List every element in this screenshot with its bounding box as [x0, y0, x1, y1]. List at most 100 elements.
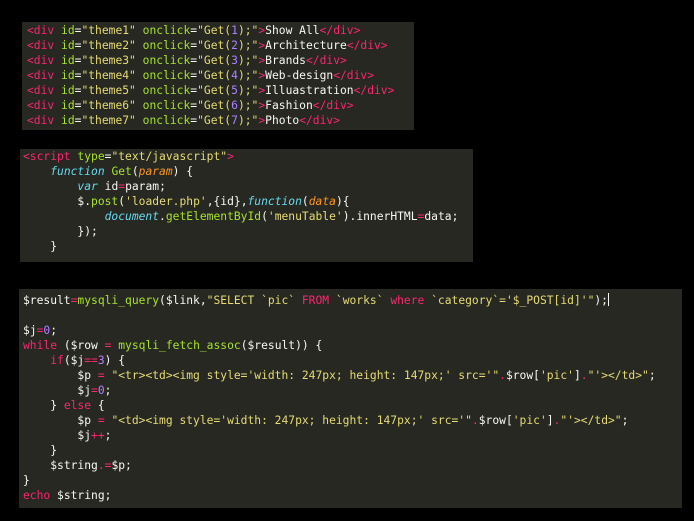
php-line-2: [23, 308, 682, 323]
token: ;: [104, 429, 112, 442]
php-line-7: $j=0;: [23, 383, 682, 398]
token: ": [197, 54, 204, 67]
token: $j: [77, 429, 92, 442]
token: "theme5": [81, 84, 136, 97]
token: 6: [231, 99, 238, 112]
php-line-3: $j=0;: [23, 323, 682, 338]
token: FROM: [301, 294, 330, 307]
token: "'></td>": [560, 414, 622, 427]
token: Get(: [203, 84, 232, 97]
token: mysqli_query: [77, 294, 160, 307]
text-cursor[interactable]: [607, 293, 609, 306]
js-line-3: var id=param;: [23, 179, 473, 194]
token: <script: [23, 150, 78, 163]
token: <div: [27, 84, 62, 97]
token: <div: [27, 69, 62, 82]
html-line-6: <div id="theme6" onclick="Get(6);">Fashi…: [27, 98, 414, 113]
php-line-11: }: [23, 443, 682, 458]
token: }: [50, 444, 58, 457]
php-line-12: $string.=$p;: [23, 458, 682, 473]
token: );: [594, 294, 608, 307]
php-line-5: if($j==3) {: [23, 353, 682, 368]
token: ,{id},: [206, 195, 248, 208]
token: }: [50, 240, 58, 253]
token: ;: [621, 414, 629, 427]
token: 1: [231, 24, 238, 37]
token: Web-design: [265, 69, 334, 82]
token: id: [61, 69, 75, 82]
token: =: [91, 384, 98, 397]
token: $_POST[id]: [512, 294, 581, 307]
html-line-5: <div id="theme5" onclick="Get(5);">Illua…: [27, 83, 414, 98]
token: .: [159, 210, 166, 223]
token: ]: [546, 414, 554, 427]
token: 4: [231, 69, 238, 82]
token: where: [390, 294, 425, 307]
token: (: [131, 165, 139, 178]
js-line-6: });: [23, 224, 473, 239]
token: data: [308, 195, 336, 208]
token: $.: [77, 195, 92, 208]
token: Show All: [265, 24, 320, 37]
token: </div>: [299, 114, 340, 127]
token: ++: [91, 429, 105, 442]
token: onclick: [142, 99, 191, 112]
token: }: [23, 474, 30, 487]
token: "'></td>": [587, 369, 649, 382]
token: 'pic': [512, 414, 547, 427]
js-line-2: function Get(param) {: [23, 164, 473, 179]
token: <div: [27, 99, 62, 112]
token: ).innerHTML: [342, 210, 418, 223]
token: ;: [50, 324, 58, 337]
token: Get(: [203, 39, 232, 52]
token: >: [227, 150, 234, 163]
token: $row[: [478, 414, 513, 427]
token: );: [237, 39, 252, 52]
token: "<tr><td><img style='width: 247px; heigh…: [104, 369, 500, 382]
token: (: [301, 195, 309, 208]
token: Illuastration: [265, 84, 354, 97]
token: {: [91, 399, 105, 412]
token: mysqli_fetch_assoc: [118, 339, 241, 352]
token: ": [197, 114, 204, 127]
token: `category`=': [424, 294, 513, 307]
token: );: [237, 54, 252, 67]
token: onclick: [142, 84, 191, 97]
html-line-1: <div id="theme1" onclick="Get(1);">Show …: [27, 23, 414, 38]
token: .: [471, 414, 479, 427]
token: function: [247, 195, 302, 208]
token: ($row: [57, 339, 105, 352]
token: }: [50, 399, 64, 412]
js-line-4: $.post('loader.php',{id},function(data){: [23, 194, 473, 209]
token: .: [499, 369, 506, 382]
php-line-14: echo $string;: [23, 488, 682, 503]
token: var: [77, 180, 105, 193]
token: function: [50, 165, 112, 178]
token: "theme6": [81, 99, 136, 112]
token: id: [61, 39, 75, 52]
token: ($j: [63, 354, 85, 367]
token: ==: [84, 354, 98, 367]
token: $p;: [111, 459, 132, 472]
token: 'menuTable': [267, 210, 343, 223]
token: id: [104, 180, 119, 193]
token: });: [77, 225, 98, 238]
token: id: [61, 84, 75, 97]
token: id: [61, 24, 75, 37]
token: "text/javascript": [111, 150, 228, 163]
token: ": [197, 69, 204, 82]
php-line-13: }: [23, 473, 682, 488]
token: <div: [27, 114, 62, 127]
token: if: [50, 354, 64, 367]
php-line-10: $j++;: [23, 428, 682, 443]
token: "theme7": [81, 114, 136, 127]
token: onclick: [142, 39, 191, 52]
html-code-lines: <div id="theme1" onclick="Get(1);">Show …: [27, 23, 414, 128]
token: .=: [97, 459, 112, 472]
php-line-9: $p = "<td><img style='width: 247px; heig…: [23, 413, 682, 428]
token: Get(: [203, 24, 232, 37]
token: "theme1": [81, 24, 136, 37]
token: $row[: [505, 369, 540, 382]
javascript-code-panel: <script type="text/javascript"> function…: [20, 149, 473, 262]
token: param;: [125, 180, 166, 193]
